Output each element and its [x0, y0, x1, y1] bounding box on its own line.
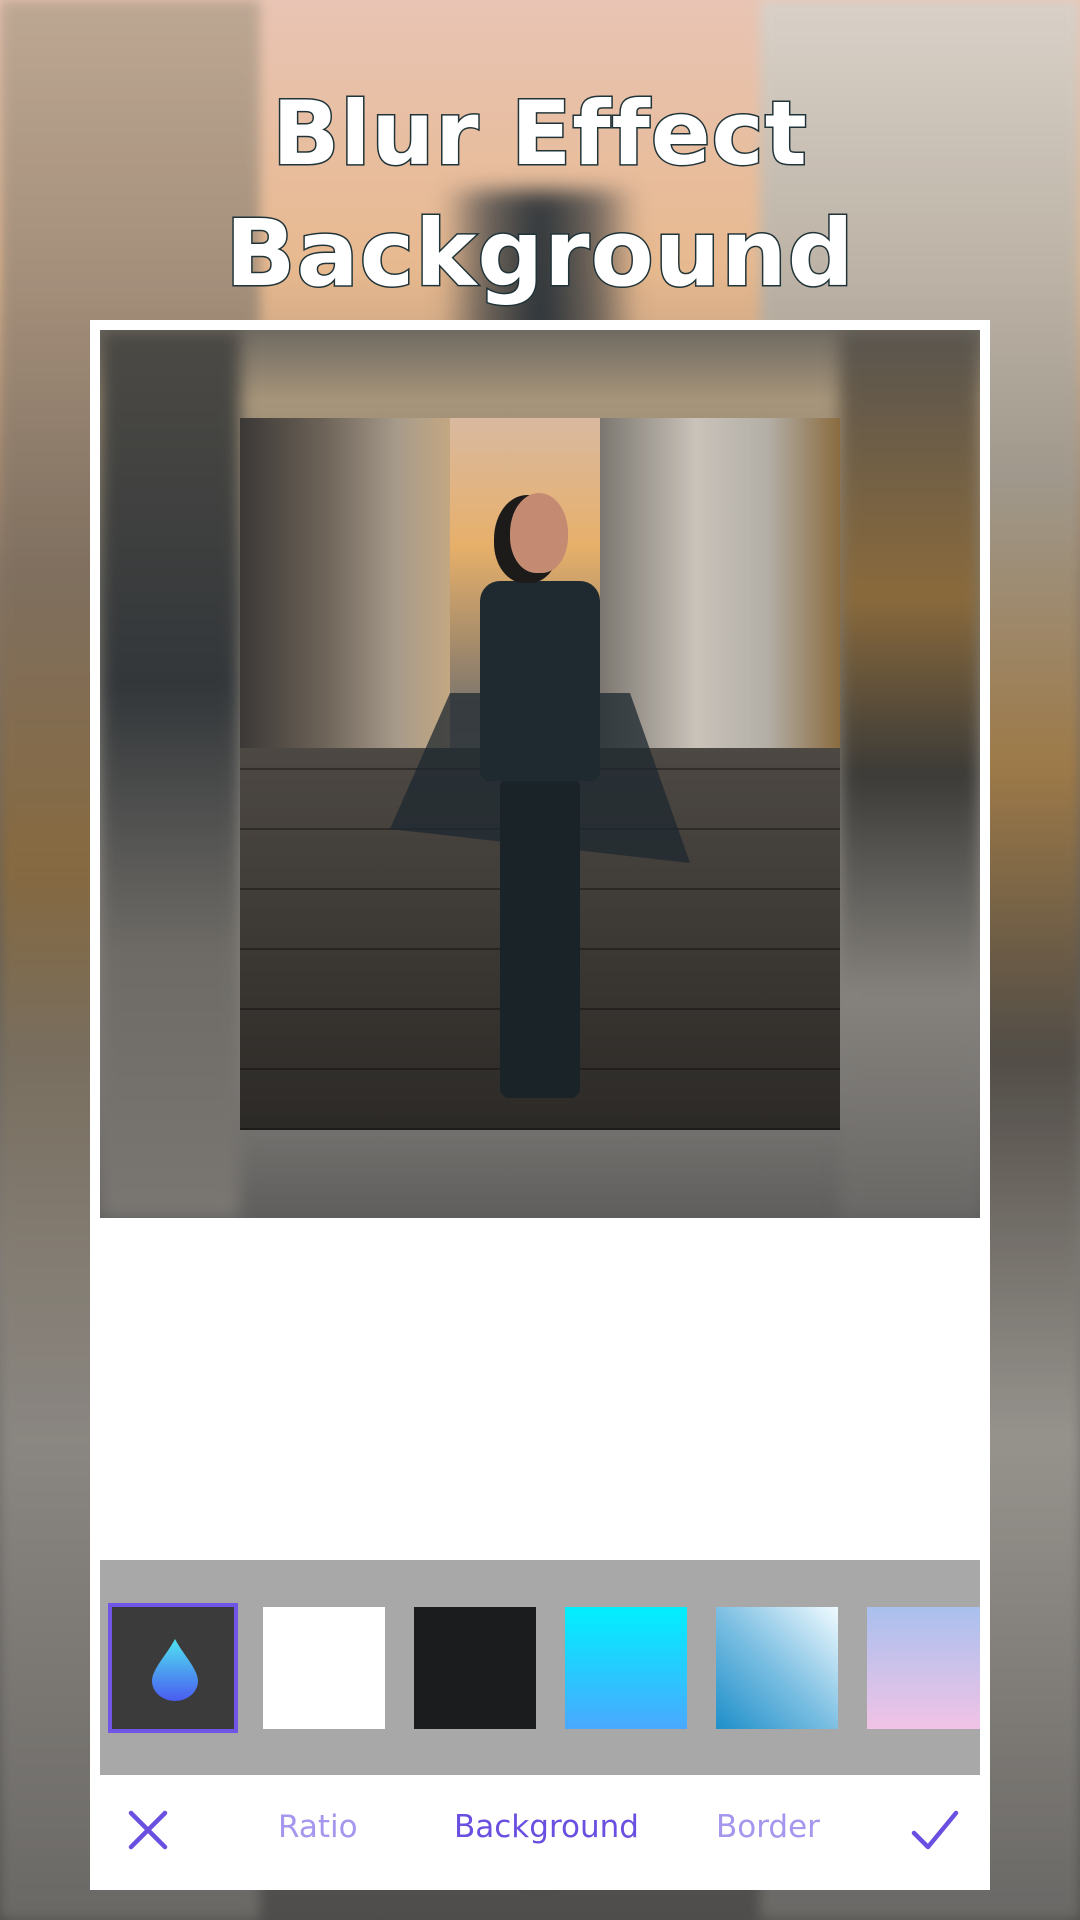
- swatch-white[interactable]: [263, 1607, 385, 1729]
- subject-torso: [480, 581, 600, 781]
- swatch-lavender-pink-gradient[interactable]: [867, 1607, 980, 1729]
- tab-border[interactable]: Border: [716, 1809, 820, 1845]
- promo-title-line2: Background: [224, 199, 855, 309]
- tab-ratio[interactable]: Ratio: [278, 1809, 358, 1845]
- editor-card: Ratio Background Border: [90, 320, 990, 1890]
- background-swatch-list[interactable]: [100, 1560, 980, 1775]
- swatch-blur[interactable]: [108, 1603, 238, 1733]
- photo-subject: [390, 493, 690, 1113]
- subject-head: [510, 493, 568, 573]
- photo-building-left: [240, 418, 450, 778]
- water-drop-icon: [152, 1639, 198, 1701]
- photo-canvas: [100, 330, 980, 1218]
- close-icon[interactable]: [123, 1805, 173, 1855]
- subject-legs: [500, 778, 580, 1098]
- canvas-blur-right: [840, 330, 980, 1218]
- tab-background[interactable]: Background: [454, 1809, 639, 1845]
- swatch-cyan-gradient[interactable]: [565, 1607, 687, 1729]
- check-icon[interactable]: [910, 1805, 960, 1855]
- bottom-toolbar: Ratio Background Border: [90, 1775, 990, 1890]
- swatch-blue-white-gradient[interactable]: [716, 1607, 838, 1729]
- edited-photo[interactable]: [240, 418, 840, 1130]
- promo-title-line1: Blur Effect: [271, 81, 809, 187]
- canvas-blur-left: [100, 330, 240, 1218]
- swatch-black[interactable]: [414, 1607, 536, 1729]
